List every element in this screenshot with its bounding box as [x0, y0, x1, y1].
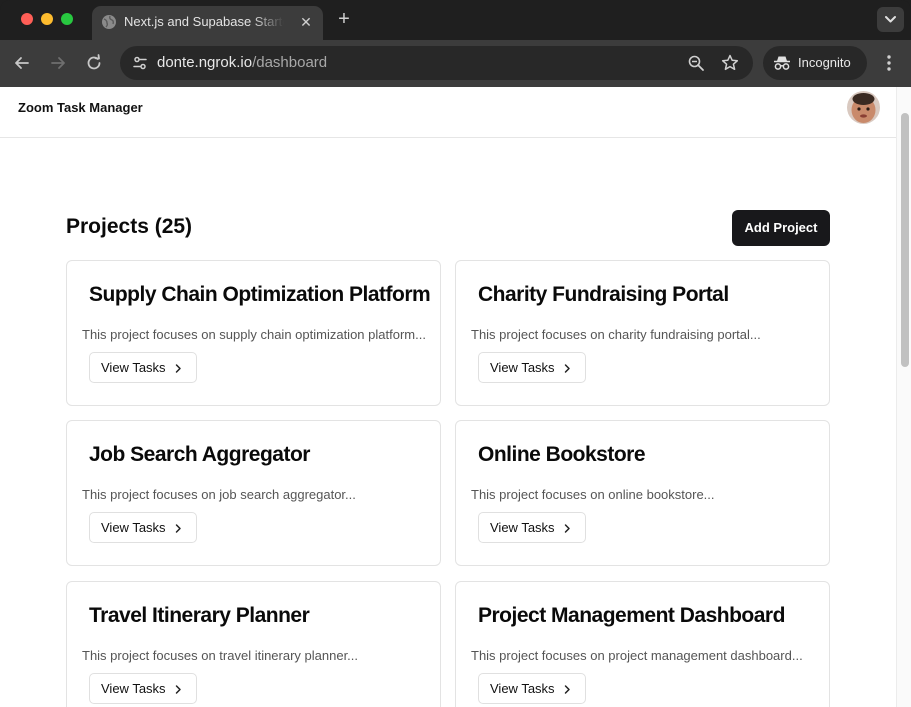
view-tasks-label: View Tasks [490, 360, 555, 375]
url-host: donte.ngrok.io [157, 54, 253, 71]
view-tasks-label: View Tasks [101, 681, 166, 696]
page-viewport: Zoom Task Manager Projects (25) Add Proj… [0, 87, 911, 707]
app-title[interactable]: Zoom Task Manager [18, 100, 143, 116]
view-tasks-button[interactable]: View Tasks [89, 512, 197, 543]
project-title: Job Search Aggregator [89, 443, 310, 466]
project-description: This project focuses on travel itinerary… [82, 648, 359, 663]
project-description: This project focuses on project manageme… [471, 648, 803, 663]
forward-icon[interactable] [48, 53, 68, 73]
view-tasks-button[interactable]: View Tasks [478, 673, 586, 704]
project-card: Project Management Dashboard This project… [455, 581, 830, 707]
project-card: Supply Chain Optimization Platform This p… [66, 260, 441, 406]
view-tasks-button[interactable]: View Tasks [478, 512, 586, 543]
add-project-button[interactable]: Add Project [732, 210, 830, 246]
maximize-window-button[interactable] [61, 13, 73, 25]
project-description: This project focuses on supply chain opt… [82, 327, 426, 342]
chevron-right-icon [564, 685, 570, 694]
view-tasks-label: View Tasks [101, 520, 166, 535]
tab-bar: Next.js and Supabase Starter Kit ✕ + [0, 0, 911, 40]
chevron-right-icon [175, 685, 181, 694]
bookmark-star-icon[interactable] [720, 53, 740, 73]
minimize-window-button[interactable] [41, 13, 53, 25]
incognito-icon [774, 56, 790, 70]
project-title: Charity Fundraising Portal [478, 283, 729, 306]
projects-heading: Projects (25) [66, 215, 193, 238]
chevron-right-icon [175, 364, 181, 373]
browser-toolbar: donte.ngrok.io/dashboard Incognito [0, 40, 911, 87]
back-icon[interactable] [12, 53, 32, 73]
reload-icon[interactable] [84, 53, 104, 73]
view-tasks-label: View Tasks [101, 360, 166, 375]
project-title: Travel Itinerary Planner [89, 604, 310, 627]
project-description: This project focuses on online bookstore… [471, 487, 715, 502]
project-title: Online Bookstore [478, 443, 646, 466]
project-title: Supply Chain Optimization Platform [89, 283, 431, 306]
incognito-label: Incognito [798, 55, 851, 70]
view-tasks-button[interactable]: View Tasks [89, 352, 197, 383]
project-description: This project focuses on charity fundrais… [471, 327, 761, 342]
project-title: Project Management Dashboard [478, 604, 785, 627]
browser-tab[interactable]: Next.js and Supabase Starter Kit ✕ [92, 6, 323, 40]
chevron-down-icon [885, 16, 896, 23]
zoom-out-icon[interactable] [687, 54, 705, 72]
site-settings-icon[interactable] [128, 51, 152, 75]
view-tasks-button[interactable]: View Tasks [89, 673, 197, 704]
project-card: Charity Fundraising Portal This project f… [455, 260, 830, 406]
view-tasks-button[interactable]: View Tasks [478, 352, 586, 383]
page-scrollbar[interactable] [896, 87, 911, 707]
tab-title: Next.js and Supabase Starter Kit [124, 14, 284, 29]
project-card: Travel Itinerary Planner This project foc… [66, 581, 441, 707]
chevron-right-icon [175, 524, 181, 533]
user-avatar[interactable] [847, 91, 880, 124]
incognito-badge[interactable]: Incognito [763, 46, 867, 80]
new-tab-icon[interactable]: + [334, 9, 354, 29]
view-tasks-label: View Tasks [490, 520, 555, 535]
project-card: Online Bookstore This project focuses on … [455, 420, 830, 566]
url-path: /dashboard [252, 54, 328, 71]
project-card: Job Search Aggregator This project focuse… [66, 420, 441, 566]
url-text: donte.ngrok.io/dashboard [157, 54, 327, 72]
address-bar[interactable]: donte.ngrok.io/dashboard [120, 46, 753, 80]
browser-window: Next.js and Supabase Starter Kit ✕ + [0, 0, 911, 707]
globe-icon [102, 15, 116, 29]
chevron-right-icon [564, 524, 570, 533]
project-description: This project focuses on job search aggre… [82, 487, 356, 502]
tab-close-icon[interactable]: ✕ [298, 14, 314, 30]
scrollbar-thumb[interactable] [901, 113, 909, 367]
avatar-image [847, 91, 880, 124]
close-window-button[interactable] [21, 13, 33, 25]
chevron-right-icon [564, 364, 570, 373]
more-menu-icon[interactable] [880, 53, 898, 73]
tab-search-button[interactable] [877, 7, 904, 32]
app-header: Zoom Task Manager [0, 87, 896, 138]
view-tasks-label: View Tasks [490, 681, 555, 696]
